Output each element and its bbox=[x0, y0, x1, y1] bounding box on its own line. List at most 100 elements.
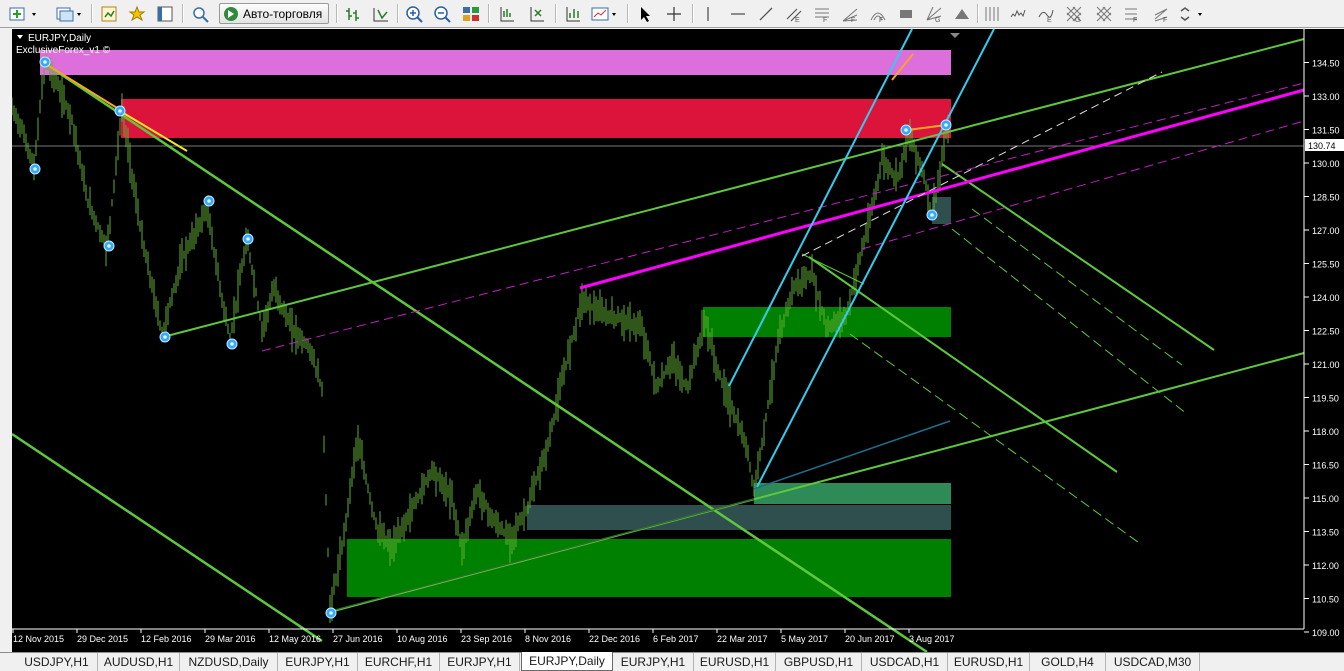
price-tick-label: 110.50 bbox=[1312, 595, 1339, 605]
trendline-icon[interactable] bbox=[756, 3, 776, 24]
date-tick-label: 12 Nov 2015 bbox=[13, 634, 64, 644]
green-support-zone[interactable] bbox=[703, 307, 951, 337]
current-price-label: 130.74 bbox=[1308, 141, 1336, 151]
swing-marker-dot bbox=[944, 123, 948, 127]
tab-gbpusd-h1[interactable]: GBPUSD,H1 bbox=[776, 653, 862, 671]
navigator-icon[interactable] bbox=[126, 3, 148, 24]
price-tick-label: 118.00 bbox=[1312, 427, 1339, 437]
tile-windows-icon[interactable] bbox=[460, 3, 482, 24]
autotrade-button[interactable]: Авто-торговля bbox=[219, 3, 329, 24]
periods-icon[interactable] bbox=[562, 3, 584, 24]
svg-text:E: E bbox=[795, 17, 800, 23]
gann-grid-icon[interactable]: G bbox=[1064, 3, 1084, 24]
tab-eurjpy-daily-active[interactable]: EURJPY,Daily bbox=[521, 652, 613, 671]
price-chart[interactable]: EURJPY,Daily ExclusiveForex_v1 © 134.50 1… bbox=[11, 28, 1344, 654]
date-tick-label: 6 Feb 2017 bbox=[653, 634, 699, 644]
swing-marker-dot bbox=[107, 244, 111, 248]
svg-text:F: F bbox=[879, 17, 883, 23]
price-tick-label: 116.50 bbox=[1312, 461, 1339, 471]
date-tick-label: 12 May 2016 bbox=[269, 634, 321, 644]
zoom-in-icon[interactable] bbox=[404, 3, 426, 24]
svg-text:G: G bbox=[935, 17, 940, 23]
triangle-icon[interactable] bbox=[952, 3, 972, 24]
text-label-icon[interactable]: E bbox=[1036, 3, 1056, 24]
date-tick-label: 5 May 2017 bbox=[781, 634, 828, 644]
arrows-icon[interactable] bbox=[1178, 3, 1208, 24]
tab-eurusd-h1[interactable]: EURUSD,H1 bbox=[694, 653, 776, 671]
swing-marker-dot bbox=[33, 167, 37, 171]
svg-text:E: E bbox=[1047, 17, 1052, 23]
bar-chart-icon[interactable] bbox=[342, 3, 364, 24]
date-tick-label: 8 Nov 2016 bbox=[525, 634, 571, 644]
equidistant-channel-icon[interactable]: E bbox=[784, 3, 804, 24]
tab-nzdusd-daily[interactable]: NZDUSD,Daily bbox=[180, 653, 278, 671]
fibonacci-retracement-icon[interactable]: F bbox=[812, 3, 832, 24]
pink-resistance-zone[interactable] bbox=[40, 50, 951, 75]
new-order-icon[interactable] bbox=[8, 3, 42, 24]
chart-window[interactable]: EURJPY,Daily ExclusiveForex_v1 © 134.50 1… bbox=[11, 28, 1344, 654]
tab-eurjpy-h1-2[interactable]: EURJPY,H1 bbox=[440, 653, 520, 671]
tab-eurjpy-h1[interactable]: EURJPY,H1 bbox=[278, 653, 358, 671]
price-tick-label: 121.00 bbox=[1312, 360, 1340, 370]
pitchfork-lines-icon[interactable]: F bbox=[1152, 3, 1172, 24]
price-tick-label: 128.50 bbox=[1312, 193, 1340, 203]
tab-usdcad-h1[interactable]: USDCAD,H1 bbox=[862, 653, 948, 671]
price-tick-label: 109.00 bbox=[1312, 628, 1340, 638]
price-tick-label: 133.00 bbox=[1312, 92, 1340, 102]
horizontal-line-icon[interactable] bbox=[728, 3, 748, 24]
candlestick-icon[interactable] bbox=[370, 3, 392, 24]
tab-gold-h4[interactable]: GOLD,H4 bbox=[1030, 653, 1106, 671]
fibonacci-channel-icon[interactable] bbox=[1094, 3, 1114, 24]
date-tick-label: 22 Dec 2016 bbox=[589, 634, 640, 644]
indicator-label: ExclusiveForex_v1 © bbox=[16, 45, 111, 56]
toolbar: Авто-торговля E F F F G E G F F bbox=[0, 0, 1344, 28]
large-green-zone[interactable] bbox=[347, 539, 951, 597]
date-tick-label: 10 Aug 2016 bbox=[397, 634, 448, 644]
chart-tabs: USDJPY,H1 AUDUSD,H1 NZDUSD,Daily EURJPY,… bbox=[0, 652, 1344, 671]
price-tick-label: 115.00 bbox=[1312, 494, 1339, 504]
swing-marker-dot bbox=[246, 237, 250, 241]
autotrade-label: Авто-торговля bbox=[243, 6, 323, 21]
seagreen-zone[interactable] bbox=[754, 483, 951, 504]
crosshair-icon[interactable] bbox=[664, 3, 684, 24]
red-resistance-zone[interactable] bbox=[121, 99, 951, 138]
autotrade-icon bbox=[224, 6, 238, 21]
profiles-icon[interactable] bbox=[54, 3, 86, 24]
price-tick-label: 119.50 bbox=[1312, 394, 1339, 404]
terminal-icon[interactable] bbox=[155, 3, 175, 24]
swing-marker-dot bbox=[230, 342, 234, 346]
andrews-pitchfork-icon[interactable] bbox=[1008, 3, 1028, 24]
rectangle-icon[interactable] bbox=[896, 3, 916, 24]
vertical-line-icon[interactable] bbox=[698, 3, 718, 24]
swing-marker-dot bbox=[930, 213, 934, 217]
price-tick-label: 122.50 bbox=[1312, 327, 1340, 337]
templates-icon[interactable] bbox=[590, 3, 620, 24]
swing-marker-dot bbox=[904, 128, 908, 132]
price-tick-label: 125.50 bbox=[1312, 260, 1340, 270]
price-tick-label: 134.50 bbox=[1312, 59, 1340, 69]
cursor-icon[interactable] bbox=[635, 3, 655, 24]
svg-text:F: F bbox=[1133, 17, 1137, 23]
tab-eurusd-h1-2[interactable]: EURUSD,H1 bbox=[948, 653, 1030, 671]
fibonacci-expansion-icon[interactable]: F bbox=[1122, 3, 1142, 24]
date-tick-label: 3 Aug 2017 bbox=[909, 634, 955, 644]
chart-shift-icon[interactable] bbox=[496, 3, 518, 24]
price-tick-label: 112.00 bbox=[1312, 561, 1339, 571]
autoscroll-icon[interactable] bbox=[526, 3, 548, 24]
fibonacci-fan-icon[interactable]: F bbox=[840, 3, 860, 24]
fibonacci-arcs-icon[interactable]: F bbox=[868, 3, 888, 24]
tab-usdcad-m30[interactable]: USDCAD,M30 bbox=[1106, 653, 1200, 671]
tab-eurchf-h1[interactable]: EURCHF,H1 bbox=[358, 653, 440, 671]
zoom-out-icon[interactable] bbox=[432, 3, 454, 24]
swing-marker-dot bbox=[207, 199, 211, 203]
tab-audusd-h1[interactable]: AUDUSD,H1 bbox=[98, 653, 180, 671]
cycle-lines-icon[interactable] bbox=[982, 3, 1002, 24]
date-tick-label: 27 Jun 2016 bbox=[333, 634, 383, 644]
tab-usdjpy-h1[interactable]: USDJPY,H1 bbox=[16, 653, 98, 671]
chart-symbol-header: EURJPY,Daily bbox=[28, 33, 91, 44]
strategy-tester-icon[interactable] bbox=[190, 3, 212, 24]
tab-eurjpy-h1-3[interactable]: EURJPY,H1 bbox=[613, 653, 694, 671]
svg-text:F: F bbox=[851, 17, 855, 23]
gann-fan-icon[interactable]: G bbox=[924, 3, 944, 24]
market-watch-icon[interactable] bbox=[99, 3, 119, 24]
